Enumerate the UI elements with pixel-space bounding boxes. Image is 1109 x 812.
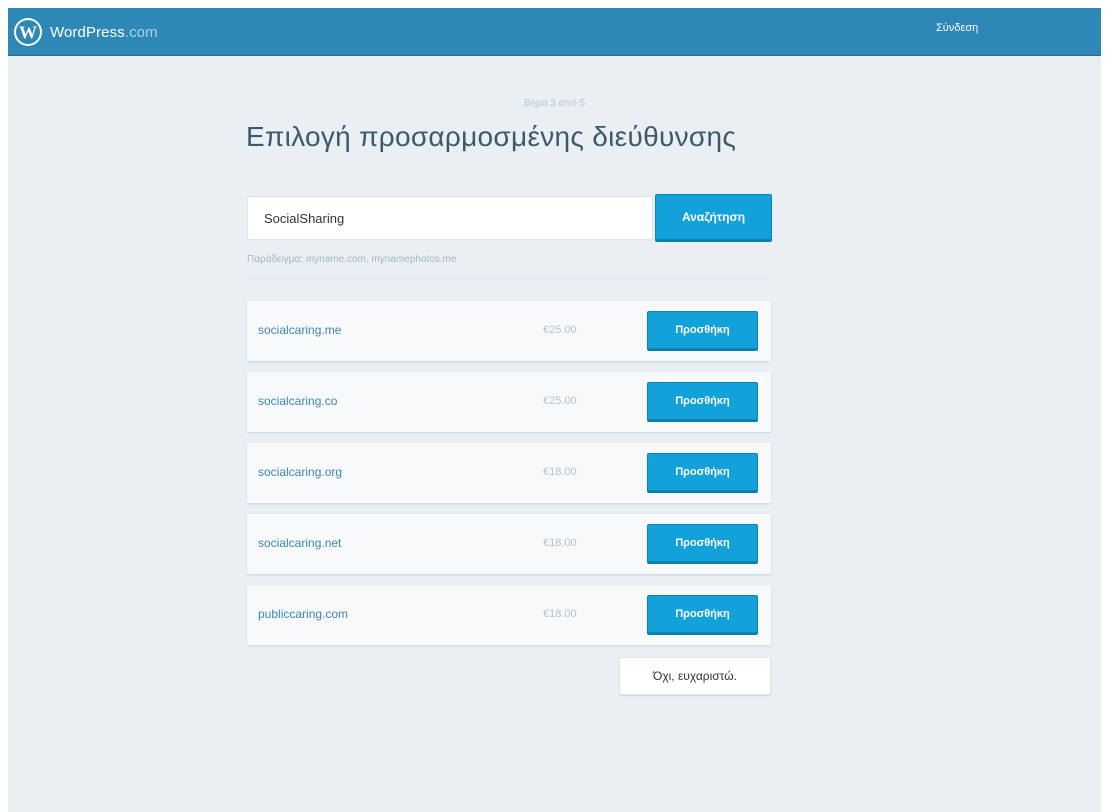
brand-suffix: .com xyxy=(124,23,158,41)
add-domain-button[interactable]: Προσθήκη xyxy=(647,311,758,349)
step-indicator: Βήμα 3 από 5 xyxy=(523,98,586,109)
domain-search-input[interactable] xyxy=(247,196,653,240)
wordpress-brand[interactable]: W WordPress.com xyxy=(13,18,158,46)
domain-price: €18.00 xyxy=(543,608,577,620)
wordpress-logo-icon: W xyxy=(14,18,42,46)
brand-name: WordPress xyxy=(50,23,125,41)
search-button[interactable]: Αναζήτηση xyxy=(655,194,772,240)
domain-name: socialcaring.org xyxy=(258,465,343,479)
domain-result-row: socialcaring.org €18.00 Προσθήκη xyxy=(247,443,771,503)
domain-price: €25.00 xyxy=(543,324,577,336)
login-link[interactable]: Σύνδεση xyxy=(936,22,978,34)
domain-price: €25.00 xyxy=(543,395,577,407)
divider xyxy=(247,278,771,279)
example-hint: Παράδειγμα: myname.com, mynamephotos.me xyxy=(247,254,457,265)
domain-results-list: socialcaring.me €25.00 Προσθήκη socialca… xyxy=(247,301,771,656)
brand-wordmark: WordPress.com xyxy=(50,24,158,41)
domain-name: socialcaring.co xyxy=(258,394,338,408)
domain-name: socialcaring.net xyxy=(258,536,342,550)
domain-price: €18.00 xyxy=(543,466,577,478)
add-domain-button[interactable]: Προσθήκη xyxy=(647,595,758,633)
domain-name: publiccaring.com xyxy=(258,607,349,621)
page-frame: W WordPress.com Σύνδεση Βήμα 3 από 5 Επι… xyxy=(8,8,1101,812)
masthead: W WordPress.com Σύνδεση xyxy=(8,8,1101,55)
page-title: Επιλογή προσαρμοσμένης διεύθυνσης xyxy=(246,121,737,152)
domain-result-row: publiccaring.com €18.00 Προσθήκη xyxy=(247,585,771,645)
skip-button[interactable]: Όχι, ευχαριστώ. xyxy=(619,657,771,695)
add-domain-button[interactable]: Προσθήκη xyxy=(647,453,758,491)
add-domain-button[interactable]: Προσθήκη xyxy=(647,524,758,562)
domain-name: socialcaring.me xyxy=(258,323,342,337)
domain-price: €18.00 xyxy=(543,537,577,549)
domain-result-row: socialcaring.me €25.00 Προσθήκη xyxy=(247,301,771,361)
svg-text:W: W xyxy=(19,23,37,43)
add-domain-button[interactable]: Προσθήκη xyxy=(647,382,758,420)
domain-result-row: socialcaring.net €18.00 Προσθήκη xyxy=(247,514,771,574)
domain-result-row: socialcaring.co €25.00 Προσθήκη xyxy=(247,372,771,432)
